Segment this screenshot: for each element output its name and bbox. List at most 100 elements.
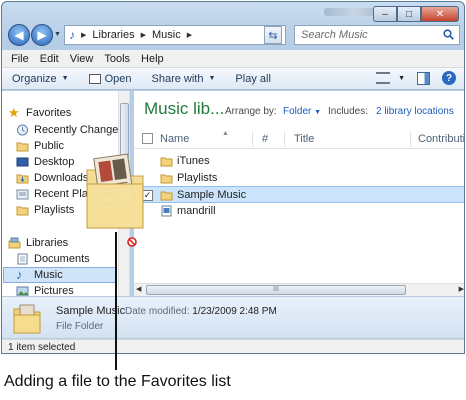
explorer-window: – □ ✕ ◀ ▶ ▼ ♪ ▶ Libraries ▶ Music ▶ ▼ ⇆ …: [1, 1, 465, 354]
nav-label: Music: [34, 269, 63, 281]
organize-button[interactable]: Organize ▼: [12, 73, 69, 85]
nav-item-documents[interactable]: Documents: [16, 251, 90, 267]
status-bar: 1 item selected: [2, 339, 464, 353]
column-header-name[interactable]: ▲ Name: [160, 130, 229, 145]
forward-button[interactable]: ▶: [31, 24, 53, 46]
menu-tools[interactable]: Tools: [104, 53, 130, 65]
file-name: Sample Music: [177, 189, 247, 201]
refresh-button[interactable]: ⇆: [264, 26, 282, 44]
folder-icon: [160, 157, 173, 167]
music-library-icon: ♪: [69, 28, 75, 42]
organize-label: Organize: [12, 72, 57, 85]
recent-places-icon: [16, 189, 29, 200]
column-header-number[interactable]: #: [262, 133, 268, 145]
help-icon[interactable]: ?: [442, 71, 456, 85]
select-all-checkbox[interactable]: [142, 133, 153, 144]
media-file-icon: [161, 205, 172, 217]
breadcrumb-separator-icon[interactable]: ▶: [141, 31, 146, 39]
arrange-by-value: Folder: [283, 106, 312, 117]
scrollbar-thumb[interactable]: III: [146, 285, 406, 295]
share-with-label: Share with: [151, 72, 204, 85]
file-row-selected[interactable]: ✓ Sample Music: [134, 186, 464, 203]
change-view-icon[interactable]: [376, 72, 391, 84]
nav-label: Pictures: [34, 285, 74, 296]
nav-item-recently-changed[interactable]: Recently Changed: [16, 122, 125, 138]
view-dropdown-icon[interactable]: ▼: [398, 75, 405, 82]
folder-icon: [16, 206, 29, 216]
search-input[interactable]: Search Music: [294, 25, 460, 45]
file-list-pane: Music lib... Arrange by: Folder ▼ Includ…: [134, 91, 464, 296]
library-locations-link[interactable]: 2 library locations: [376, 106, 454, 117]
downloads-folder-icon: [16, 174, 29, 184]
pictures-icon: [16, 286, 29, 296]
breadcrumb-music[interactable]: Music: [152, 29, 181, 41]
folder-thumbnail-icon: [13, 304, 41, 334]
breadcrumb-separator-icon[interactable]: ▶: [187, 31, 192, 39]
file-name: mandrill: [177, 205, 216, 217]
menu-edit[interactable]: Edit: [40, 53, 59, 65]
drag-ghost-image: [86, 153, 144, 229]
column-divider[interactable]: [284, 131, 285, 147]
window-controls: – □ ✕: [373, 6, 459, 22]
forward-arrow-icon: ▶: [37, 28, 47, 42]
documents-icon: [17, 253, 28, 265]
search-placeholder: Search Music: [301, 29, 368, 41]
nav-libraries-header[interactable]: Libraries: [8, 235, 68, 251]
nav-item-music[interactable]: ♪ Music: [3, 267, 117, 283]
close-button[interactable]: ✕: [421, 6, 459, 22]
menu-help[interactable]: Help: [141, 53, 164, 65]
figure-caption: Adding a file to the Favorites list: [4, 373, 231, 390]
scroll-right-icon[interactable]: ▶: [459, 285, 464, 293]
open-button[interactable]: Open: [88, 72, 132, 85]
title-bar[interactable]: – □ ✕: [2, 2, 464, 22]
nav-item-playlists[interactable]: Playlists: [16, 202, 74, 218]
nav-label: Documents: [34, 253, 90, 265]
sort-ascending-icon: ▲: [222, 130, 229, 137]
scroll-left-icon[interactable]: ◀: [136, 285, 141, 293]
share-with-button[interactable]: Share with ▼: [152, 73, 216, 85]
nav-label: Downloads: [34, 172, 89, 184]
address-row: ◀ ▶ ▼ ♪ ▶ Libraries ▶ Music ▶ ▼ ⇆ Search…: [2, 22, 464, 48]
horizontal-scrollbar[interactable]: ◀ III ▶: [134, 283, 464, 296]
music-note-icon: ♪: [16, 267, 23, 282]
open-icon: [88, 73, 101, 84]
column-header-contributing[interactable]: Contributing: [418, 133, 464, 145]
column-divider[interactable]: [410, 131, 411, 147]
nav-label: Desktop: [34, 156, 75, 168]
file-row[interactable]: iTunes: [134, 153, 464, 170]
menu-view[interactable]: View: [70, 53, 94, 65]
recently-changed-icon: [17, 124, 28, 136]
column-divider[interactable]: [252, 131, 253, 147]
nav-item-pictures[interactable]: Pictures: [16, 283, 74, 296]
file-row[interactable]: mandrill: [134, 203, 464, 220]
toolbar-right-group: ▼ ?: [376, 71, 456, 85]
nav-item-desktop[interactable]: Desktop: [16, 154, 74, 170]
play-all-button[interactable]: Play all: [235, 73, 270, 85]
back-button[interactable]: ◀: [8, 24, 30, 46]
breadcrumb-separator-icon[interactable]: ▶: [81, 31, 86, 39]
nav-favorites-header[interactable]: ★ Favorites: [8, 105, 71, 121]
date-modified-value: 1/23/2009 2:48 PM: [192, 306, 277, 317]
menu-file[interactable]: File: [11, 53, 29, 65]
command-bar: Organize ▼ Open Share with ▼ Play all ▼ …: [2, 68, 464, 90]
maximize-button[interactable]: □: [397, 6, 421, 22]
details-item-type: File Folder: [56, 321, 104, 332]
nav-item-downloads[interactable]: Downloads: [16, 170, 88, 186]
preview-pane-icon[interactable]: [417, 71, 430, 85]
play-all-label: Play all: [235, 72, 271, 85]
minimize-button[interactable]: –: [373, 6, 397, 22]
search-icon[interactable]: [443, 29, 454, 40]
nav-item-public[interactable]: Public: [16, 138, 64, 154]
nav-label: Recently Changed: [34, 124, 125, 136]
breadcrumb-libraries[interactable]: Libraries: [92, 29, 134, 41]
arrange-by-dropdown[interactable]: Folder ▼: [283, 106, 321, 117]
recent-pages-dropdown-icon[interactable]: ▼: [54, 31, 61, 38]
back-arrow-icon: ◀: [14, 28, 24, 42]
file-row[interactable]: Playlists: [134, 170, 464, 187]
open-label: Open: [104, 72, 132, 85]
chevron-down-icon: ▼: [208, 75, 216, 82]
nav-label: Favorites: [26, 107, 72, 119]
address-bar[interactable]: ♪ ▶ Libraries ▶ Music ▶ ▼: [64, 25, 286, 45]
column-header-title[interactable]: Title: [294, 133, 314, 145]
column-name-label: Name: [160, 133, 190, 145]
